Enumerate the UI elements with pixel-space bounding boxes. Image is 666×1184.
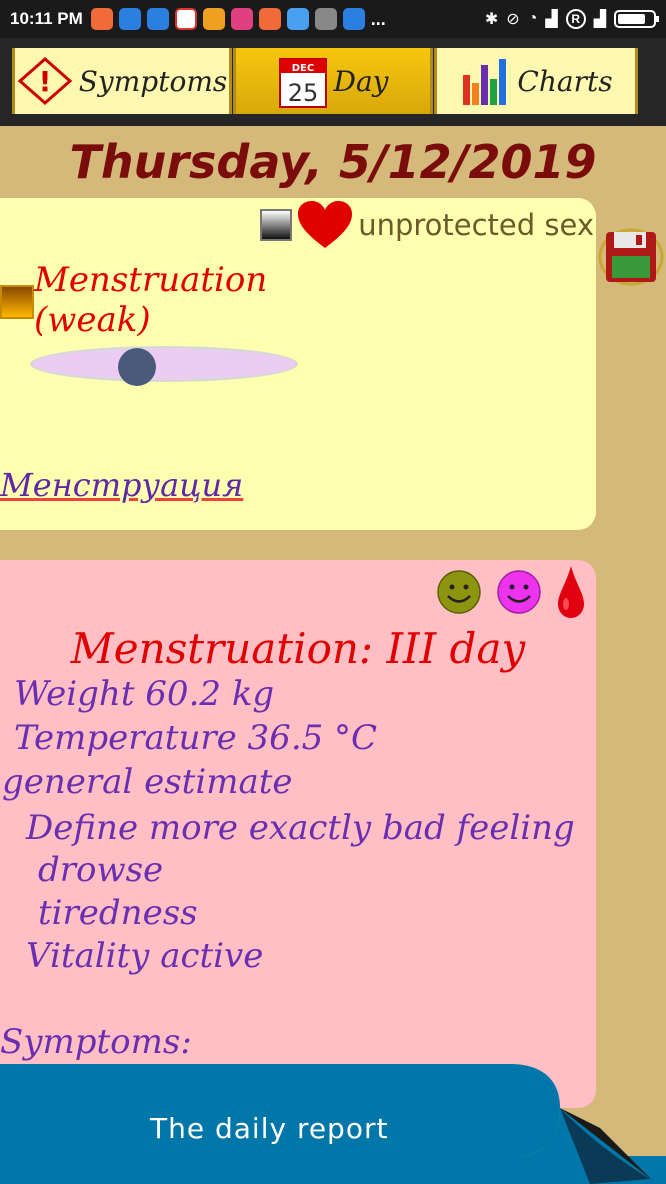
report-vitality: Vitality active (26, 936, 264, 976)
mi-store-icon (90, 8, 113, 30)
tab-day-label: Day (333, 64, 389, 98)
save-icon[interactable] (598, 226, 664, 288)
wifi-icon: ◔ (527, 10, 538, 27)
status-time: 10:11 PM (10, 9, 83, 28)
tab-charts-label: Charts (517, 64, 613, 98)
report-weight: Weight 60.2 kg (14, 674, 275, 714)
unprotected-sex-checkbox[interactable] (260, 209, 293, 241)
mi-store-icon (258, 8, 281, 30)
menstruation-label: Menstruation (weak) (34, 260, 268, 340)
battery-icon (614, 10, 659, 28)
signal-icon: ▟ (593, 11, 606, 28)
bar-chart-icon (463, 59, 507, 105)
mood-icons (436, 564, 586, 620)
slider-thumb[interactable] (118, 348, 156, 386)
menstruation-info-link[interactable]: Менструация (0, 466, 243, 504)
daily-report-card: Menstruation: III day Weight 60.2 kg Tem… (0, 560, 596, 1108)
unprotected-sex-row[interactable]: unprotected sex (260, 200, 594, 250)
date-heading[interactable]: Thursday, 5/12/2019 (0, 135, 666, 189)
report-temperature: Temperature 36.5 °C (14, 718, 378, 758)
alarm-off-icon: ⊘ (506, 11, 520, 28)
day-entry-card: unprotected sex Menstruation (weak) Менс… (0, 198, 596, 530)
menstruation-color-icon (0, 285, 34, 319)
app-notification-icon (342, 8, 365, 30)
warning-icon: ! (17, 57, 73, 105)
app-notification-icon (202, 8, 225, 30)
app-notification-icon (230, 8, 253, 30)
unprotected-sex-label: unprotected sex (358, 208, 594, 242)
report-general-estimate: general estimate (2, 762, 293, 802)
more-notifications-icon: ... (370, 8, 386, 29)
smiley-pink-icon[interactable] (496, 569, 542, 615)
tab-charts[interactable]: Charts (434, 48, 638, 114)
bluetooth-icon: ✱ (484, 11, 499, 28)
tab-day[interactable]: DEC 25 Day (233, 48, 433, 114)
menstruation-intensity-slider[interactable] (30, 346, 298, 386)
app-notification-icon (118, 8, 141, 30)
calendar-icon: DEC 25 (278, 58, 327, 108)
report-feeling: Define more exactly bad feeling (26, 808, 575, 848)
daily-report-label: The daily report (150, 1112, 389, 1145)
roaming-icon: R (565, 9, 586, 29)
status-bar: 10:11 PM ... ✱ ⊘ ◔ ▟ R ▟ (0, 0, 666, 38)
smiley-olive-icon[interactable] (436, 569, 482, 615)
signal-icon: ▟ (545, 11, 558, 28)
gmail-icon (174, 8, 197, 30)
tab-symptoms[interactable]: ! Symptoms (12, 48, 232, 114)
svg-text:25: 25 (287, 79, 318, 107)
gallery-icon (286, 8, 309, 30)
tab-bar: ! Symptoms DEC 25 Day Charts (0, 38, 666, 126)
heart-icon (298, 201, 353, 248)
report-title: Menstruation: III day (70, 624, 526, 673)
report-symptoms-heading: Symptoms: (0, 1022, 192, 1062)
blood-drop-icon[interactable] (556, 564, 586, 620)
report-feeling-item: tiredness (38, 893, 198, 933)
tab-symptoms-label: Symptoms (78, 64, 228, 98)
svg-text:!: ! (38, 65, 51, 98)
svg-text:DEC: DEC (291, 63, 313, 74)
report-feeling-item: drowse (38, 850, 164, 890)
app-notification-icon (146, 8, 169, 30)
daily-report-button[interactable]: The daily report (0, 1064, 666, 1184)
app-notification-icon (314, 8, 337, 30)
